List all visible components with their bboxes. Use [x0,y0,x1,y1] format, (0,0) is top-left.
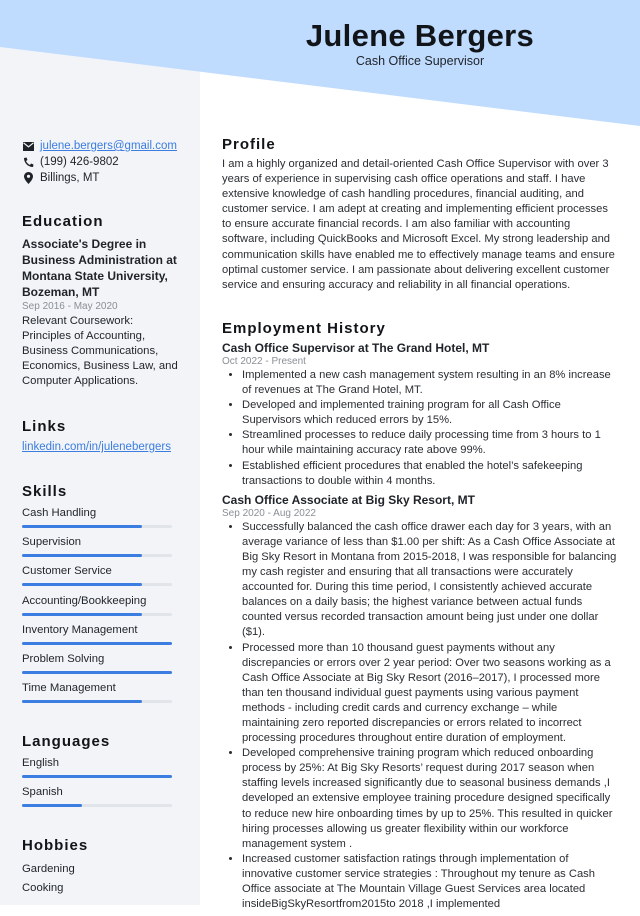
education-description: Relevant Coursework: Principles of Accou… [22,315,178,387]
skill-item: Supervision [22,535,180,564]
contact-phone-row: (199) 426-9802 [22,154,180,170]
education-section: Education Associate's Degree in Business… [22,213,180,389]
language-level-fill [22,804,82,808]
phone-icon [22,156,34,168]
job-entry: Cash Office Supervisor at The Grand Hote… [222,341,617,489]
contact-section: julene.bergers@gmail.com (199) 426-9802 … [22,138,180,186]
language-label: Spanish [22,786,63,799]
job-bullet: Developed comprehensive training program… [242,746,617,852]
job-title: Cash Office Supervisor at The Grand Hote… [222,341,490,355]
languages-list: English Spanish [22,756,180,814]
skill-level-fill [22,525,142,528]
envelope-icon [22,140,34,152]
skills-heading: Skills [22,483,68,500]
profile-heading: Profile [222,136,276,153]
hobby-item: Cooking [22,882,64,894]
links-section: Links linkedin.com/in/julenebergers [22,418,180,453]
skill-item: Customer Service [22,564,180,593]
profile-section: Profile I am a highly organized and deta… [222,136,617,293]
skill-item: Time Management [22,681,180,710]
contact-email-row: julene.bergers@gmail.com [22,138,180,154]
linkedin-link[interactable]: linkedin.com/in/julenebergers [22,441,171,453]
skill-level-bar [22,583,172,587]
skill-level-fill [22,554,142,558]
map-pin-icon [22,172,34,184]
job-bullets: Successfully balanced the cash office dr… [222,520,617,912]
hobbies-section: Hobbies Gardening Cooking [22,837,180,898]
skill-label: Inventory Management [22,623,138,636]
job-bullet: Established efficient procedures that en… [242,459,617,489]
skill-level-bar [22,612,172,616]
education-heading: Education [22,213,104,230]
job-bullet: Streamlined processes to reduce daily pr… [242,428,617,458]
skills-list: Cash Handling Supervision Customer Service… [22,506,180,710]
job-bullet: Successfully balanced the cash office dr… [242,520,617,641]
skill-level-bar [22,525,172,528]
skill-label: Customer Service [22,565,112,578]
phone-text: (199) 426-9802 [40,156,119,168]
job-dates: Oct 2022 - Present [222,356,306,367]
skill-level-bar [22,670,172,674]
skill-label: Problem Solving [22,652,105,665]
job-bullet: Developed and implemented training progr… [242,398,617,428]
skills-section: Skills Cash Handling Supervision Customer … [22,483,180,710]
skill-label: Supervision [22,536,82,549]
job-dates: Sep 2020 - Aug 2022 [222,507,316,519]
location-text: Billings, MT [40,172,100,184]
contact-location-row: Billings, MT [22,170,180,186]
job-entry: Cash Office Associate at Big Sky Resort,… [222,493,617,912]
links-heading: Links [22,418,67,435]
profile-text: I am a highly organized and detail-orien… [222,158,615,291]
education-dates: Sep 2016 - May 2020 [22,301,118,312]
skill-level-bar [22,700,172,704]
skill-level-bar [22,554,172,558]
language-level-fill [22,775,172,778]
skill-level-bar [22,641,172,645]
job-bullets: Implemented a new cash management system… [222,368,617,489]
language-item: Spanish [22,785,180,814]
language-item: English [22,756,180,785]
job-bullet: Increased customer satisfaction ratings … [242,852,617,912]
hobby-item: Gardening [22,863,75,875]
job-title: Cash Office Associate at Big Sky Resort,… [222,492,475,507]
skill-level-fill [22,583,142,587]
skill-level-fill [22,641,172,645]
email-link[interactable]: julene.bergers@gmail.com [40,140,177,152]
skill-item: Inventory Management [22,623,180,652]
skill-level-fill [22,670,172,674]
language-level-bar [22,775,172,778]
skill-label: Time Management [22,682,116,695]
skill-item: Cash Handling [22,506,180,535]
languages-section: Languages English Spanish [22,733,180,814]
employment-section: Employment History Cash Office Superviso… [222,320,617,916]
skill-label: Accounting/Bookkeeping [22,594,147,607]
hobbies-heading: Hobbies [22,837,89,854]
skill-item: Accounting/Bookkeeping [22,594,180,623]
education-degree: Associate's Degree in Business Administr… [22,237,177,299]
employment-heading: Employment History [222,320,386,337]
languages-heading: Languages [22,733,111,750]
job-bullet: Processed more than 10 thousand guest pa… [242,641,617,747]
candidate-name: Julene Bergers [305,18,535,53]
job-bullet: Implemented a new cash management system… [242,368,617,398]
skill-level-fill [22,700,142,704]
skill-item: Problem Solving [22,652,180,681]
job-title-header: Cash Office Supervisor [355,54,485,68]
language-label: English [22,757,60,769]
skill-level-fill [22,612,142,616]
language-level-bar [22,804,172,808]
skill-label: Cash Handling [22,507,97,519]
